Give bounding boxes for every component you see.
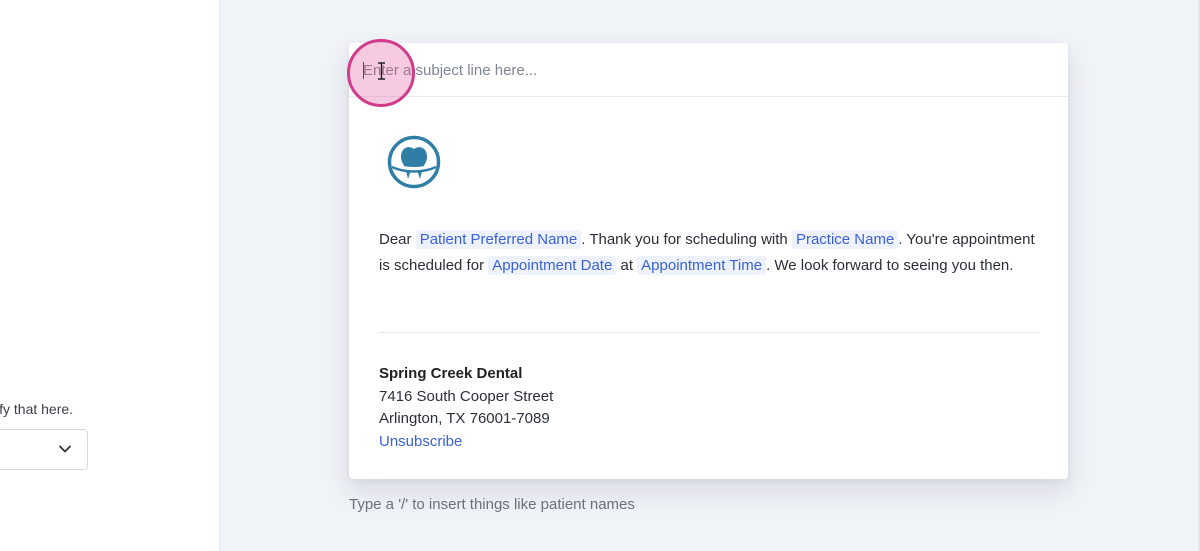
subject-row bbox=[349, 43, 1068, 97]
email-body-text[interactable]: Dear Patient Preferred Name. Thank you f… bbox=[379, 227, 1043, 278]
email-composer-card: Dear Patient Preferred Name. Thank you f… bbox=[349, 43, 1068, 479]
helper-text: ify that here. bbox=[0, 401, 74, 417]
footer-address-line1: 7416 South Cooper Street bbox=[379, 387, 554, 405]
footer-address-line2: Arlington, TX 76001-7089 bbox=[379, 410, 550, 427]
email-footer: Spring Creek Dental 7416 South Cooper St… bbox=[379, 363, 553, 453]
token-practice-name[interactable]: Practice Name bbox=[791, 230, 899, 249]
ibeam-cursor-icon bbox=[377, 62, 386, 80]
token-patient-preferred-name[interactable]: Patient Preferred Name bbox=[415, 230, 582, 249]
tooth-logo-icon bbox=[387, 135, 441, 189]
options-dropdown[interactable] bbox=[0, 429, 88, 470]
subject-input[interactable] bbox=[363, 57, 1053, 83]
token-appointment-time[interactable]: Appointment Time bbox=[637, 255, 767, 275]
unsubscribe-link[interactable]: Unsubscribe bbox=[379, 433, 462, 450]
footer-divider bbox=[379, 332, 1039, 333]
chevron-down-icon bbox=[57, 441, 73, 457]
slash-command-hint: Type a '/' to insert things like patient… bbox=[349, 496, 635, 513]
settings-panel: ify that here. bbox=[0, 0, 220, 551]
footer-practice-name: Spring Creek Dental bbox=[379, 365, 523, 382]
token-appointment-date[interactable]: Appointment Date bbox=[488, 255, 617, 275]
